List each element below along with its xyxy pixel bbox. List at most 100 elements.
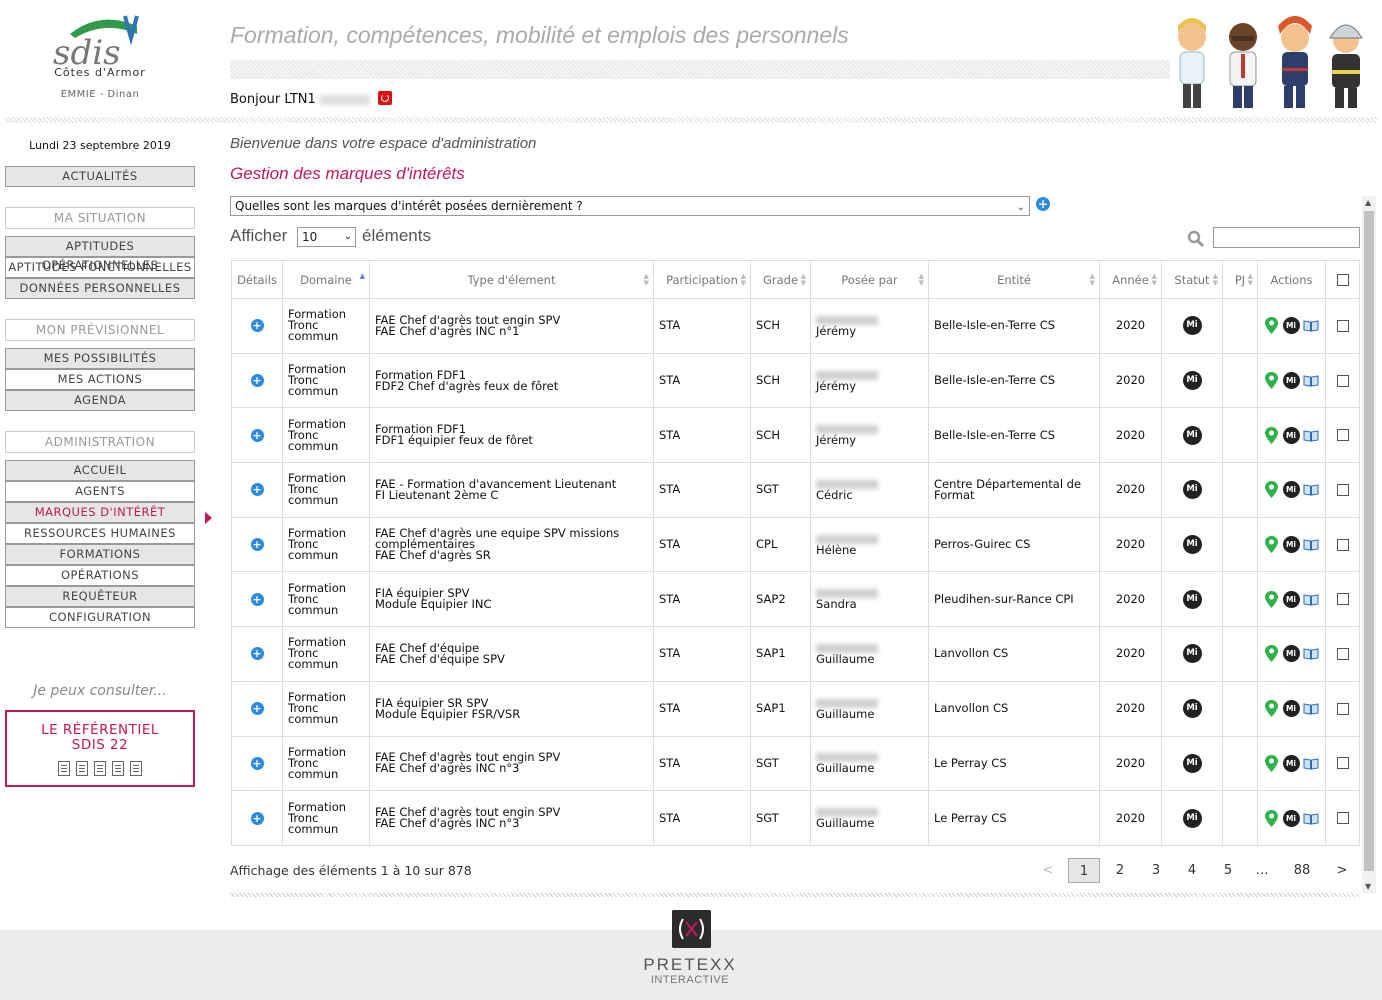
open-book-icon[interactable] [1303,538,1319,551]
map-pin-icon[interactable] [1264,809,1279,828]
sidebar-item-requeteur[interactable]: REQUÊTEUR [5,586,195,607]
col-statut[interactable]: Statut ▲ ▼ [1161,260,1223,299]
open-book-icon[interactable] [1303,702,1319,715]
row-checkbox[interactable] [1336,319,1349,332]
action-mi-icon[interactable]: Mi [1282,700,1300,718]
action-mi-icon[interactable]: Mi [1282,317,1300,335]
action-mi-icon[interactable]: Mi [1282,426,1300,444]
document-icon[interactable] [58,761,70,776]
action-mi-icon[interactable]: Mi [1282,590,1300,608]
sidebar-item-donnees-personnelles[interactable]: DONNÉES PERSONNELLES [5,278,195,299]
open-book-icon[interactable] [1303,593,1319,606]
row-checkbox[interactable] [1336,483,1349,496]
document-icon[interactable] [112,761,124,776]
col-grade[interactable]: Grade ▲ ▼ [750,260,811,299]
sidebar-item-formations[interactable]: FORMATIONS [5,544,195,565]
details-plus-icon[interactable]: + [250,647,264,661]
col-posee-par[interactable]: Posée par ▲ ▼ [810,260,929,299]
sidebar-section-mon-previsionnel[interactable]: MON PRÉVISIONNEL [5,319,195,341]
map-pin-icon[interactable] [1264,480,1279,499]
logout-power-icon[interactable] [377,91,392,105]
map-pin-icon[interactable] [1264,590,1279,609]
row-checkbox[interactable] [1336,812,1349,825]
scroll-up-icon[interactable]: ▲ [1365,198,1371,207]
details-plus-icon[interactable]: + [250,319,264,333]
pager-page-2[interactable]: 2 [1104,858,1136,883]
row-checkbox[interactable] [1336,429,1349,442]
col-domaine[interactable]: Domaine ▲ [282,260,370,299]
open-book-icon[interactable] [1303,429,1319,442]
question-select[interactable]: Quelles sont les marques d'intérêt posée… [230,196,1030,216]
add-question-plus-icon[interactable]: + [1036,197,1050,211]
col-annee[interactable]: Année ▲ ▼ [1099,260,1162,299]
action-mi-icon[interactable]: Mi [1282,372,1300,390]
sidebar-item-agenda[interactable]: AGENDA [5,390,195,411]
map-pin-icon[interactable] [1264,371,1279,390]
pager-page-last[interactable]: 88 [1286,858,1318,883]
pager-prev[interactable]: < [1032,858,1064,883]
map-pin-icon[interactable] [1264,316,1279,335]
col-pj[interactable]: PJ ▲ ▼ [1222,260,1258,299]
row-checkbox[interactable] [1336,647,1349,660]
pager-next[interactable]: > [1326,858,1358,883]
content-scrollbar[interactable]: ▲ ▼ [1362,196,1376,893]
details-plus-icon[interactable]: + [250,374,264,388]
sidebar-item-mes-possibilites[interactable]: MES POSSIBILITÉS [5,348,195,369]
pager-page-3[interactable]: 3 [1140,858,1172,883]
open-book-icon[interactable] [1303,483,1319,496]
row-checkbox[interactable] [1336,538,1349,551]
sidebar-item-aptitudes-fonctionnelles[interactable]: APTITUDES FONCTIONNELLES [5,257,195,278]
open-book-icon[interactable] [1303,757,1319,770]
scrollbar-thumb[interactable] [1364,211,1374,871]
pager-page-1[interactable]: 1 [1068,858,1100,883]
sidebar-item-agents[interactable]: AGENTS [5,481,195,502]
pager-page-4[interactable]: 4 [1176,858,1208,883]
open-book-icon[interactable] [1303,319,1319,332]
sidebar-section-administration[interactable]: ADMINISTRATION [5,431,195,453]
sidebar-item-actualites[interactable]: ACTUALITÉS [5,166,195,187]
col-entite[interactable]: Entité ▲ ▼ [928,260,1100,299]
document-icon[interactable] [76,761,88,776]
open-book-icon[interactable] [1303,812,1319,825]
col-participation[interactable]: Participation ▲ ▼ [653,260,751,299]
map-pin-icon[interactable] [1264,644,1279,663]
details-plus-icon[interactable]: + [250,756,264,770]
document-icon[interactable] [94,761,106,776]
details-plus-icon[interactable]: + [250,538,264,552]
sidebar-item-aptitudes-operationnelles[interactable]: APTITUDES OPÉRATIONNELLES [5,236,195,272]
open-book-icon[interactable] [1303,647,1319,661]
sidebar-item-ressources-humaines[interactable]: RESSOURCES HUMAINES [5,523,195,544]
details-plus-icon[interactable]: + [250,811,264,825]
pager-page-5[interactable]: 5 [1212,858,1244,883]
open-book-icon[interactable] [1303,374,1319,387]
map-pin-icon[interactable] [1264,754,1279,773]
action-mi-icon[interactable]: Mi [1282,481,1300,499]
action-mi-icon[interactable]: Mi [1282,536,1300,554]
action-mi-icon[interactable]: Mi [1282,645,1300,663]
document-icon[interactable] [130,761,142,776]
action-mi-icon[interactable]: Mi [1282,809,1300,827]
referentiel-link[interactable]: LE RÉFÉRENTIEL SDIS 22 [5,710,195,787]
details-plus-icon[interactable]: + [250,592,264,606]
map-pin-icon[interactable] [1264,426,1279,445]
scroll-down-icon[interactable]: ▼ [1365,882,1371,891]
row-checkbox[interactable] [1336,702,1349,715]
sidebar-item-marques-interet[interactable]: MARQUES D'INTÉRÊT [5,502,195,523]
col-type[interactable]: Type d'élement ▲ ▼ [369,260,654,299]
map-pin-icon[interactable] [1264,535,1279,554]
page-length-select[interactable]: 10 ⌄ [297,227,356,247]
sidebar-item-configuration[interactable]: CONFIGURATION [5,607,195,628]
sidebar-item-accueil[interactable]: ACCUEIL [5,460,195,481]
details-plus-icon[interactable]: + [250,702,264,716]
row-checkbox[interactable] [1336,757,1349,770]
details-plus-icon[interactable]: + [250,428,264,442]
sidebar-item-operations[interactable]: OPÉRATIONS [5,565,195,586]
sidebar-item-mes-actions[interactable]: MES ACTIONS [5,369,195,390]
sidebar-section-ma-situation[interactable]: MA SITUATION [5,207,195,229]
search-input[interactable] [1213,227,1360,248]
action-mi-icon[interactable]: Mi [1282,754,1300,772]
select-all-checkbox[interactable] [1336,274,1349,286]
map-pin-icon[interactable] [1264,699,1279,718]
details-plus-icon[interactable]: + [250,483,264,497]
row-checkbox[interactable] [1336,593,1349,606]
